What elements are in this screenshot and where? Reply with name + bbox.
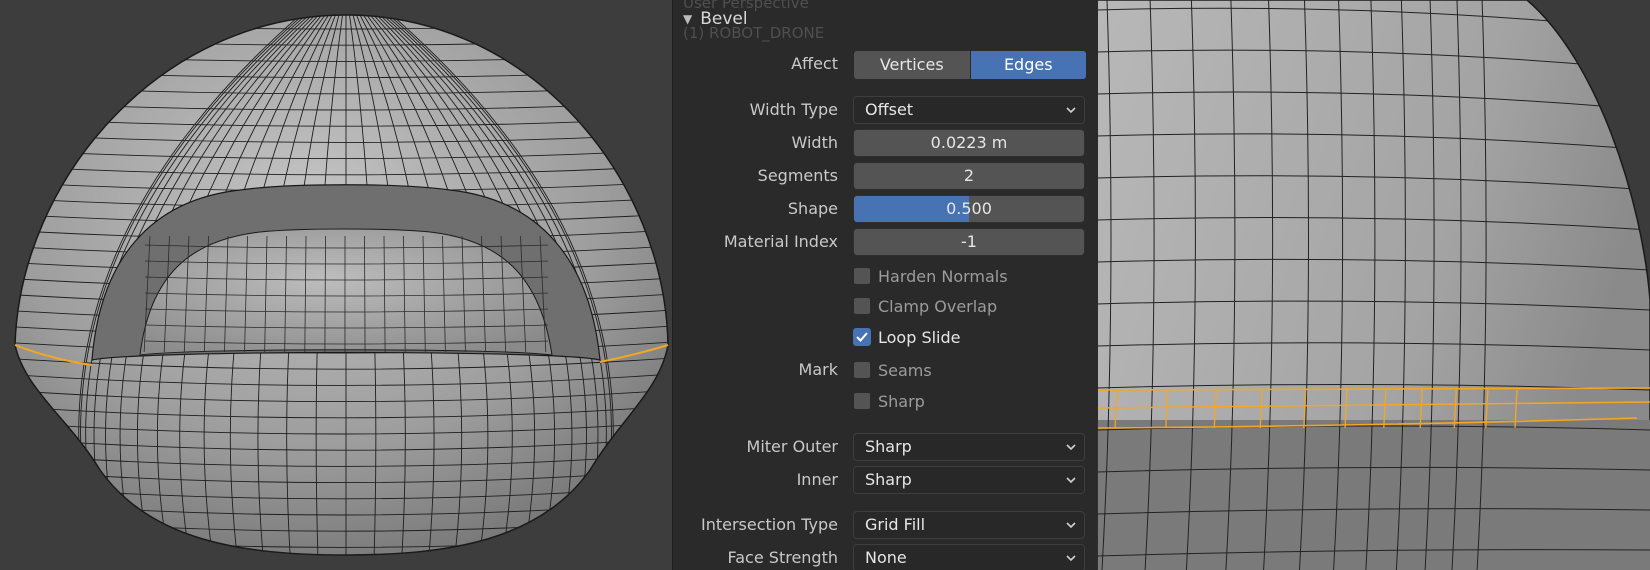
bevel-operator-panel: User Perspective (1) ROBOT_DRONE ▼ Bevel…	[672, 0, 1098, 570]
clamp-overlap-box[interactable]	[853, 297, 871, 315]
width-type-value: Offset	[865, 100, 914, 119]
miter-outer-label: Miter Outer	[746, 437, 838, 456]
segments-value: 2	[963, 166, 975, 185]
chevron-down-icon	[1066, 477, 1076, 484]
face-strength-row: Face Strength None	[673, 544, 1098, 570]
miter-inner-label: Inner	[796, 470, 838, 489]
miter-inner-value: Sharp	[865, 470, 912, 489]
segments-label: Segments	[757, 166, 838, 185]
harden-normals-label: Harden Normals	[878, 266, 1008, 286]
harden-normals-checkbox[interactable]: Harden Normals	[853, 265, 1008, 287]
width-label: Width	[791, 133, 838, 152]
material-index-row: Material Index -1	[673, 228, 1098, 256]
chevron-down-icon	[1066, 444, 1076, 451]
chevron-down-icon	[1066, 522, 1076, 529]
intersection-type-label: Intersection Type	[700, 515, 838, 534]
face-strength-dropdown[interactable]: None	[853, 544, 1085, 570]
mesh-front-view	[14, 14, 669, 556]
checkmark-icon	[856, 332, 868, 342]
miter-inner-dropdown[interactable]: Sharp	[853, 466, 1085, 494]
width-type-row: Width Type Offset	[673, 96, 1098, 124]
miter-outer-row: Miter Outer Sharp	[673, 433, 1098, 461]
mark-sharp-box[interactable]	[853, 392, 871, 410]
affect-toggle: Vertices Edges	[853, 50, 1087, 80]
panel-title: Bevel	[700, 9, 748, 29]
chevron-down-icon	[1066, 107, 1076, 114]
loop-slide-checkbox[interactable]: Loop Slide	[853, 326, 961, 348]
loop-slide-box[interactable]	[853, 328, 871, 346]
width-field[interactable]: 0.0223 m	[853, 129, 1085, 157]
intersection-type-dropdown[interactable]: Grid Fill	[853, 511, 1085, 539]
material-index-value: -1	[961, 232, 977, 251]
segments-row: Segments 2	[673, 162, 1098, 190]
face-strength-value: None	[865, 548, 907, 567]
miter-outer-dropdown[interactable]: Sharp	[853, 433, 1085, 461]
chevron-down-icon	[1066, 555, 1076, 562]
mark-seams-box[interactable]	[853, 361, 871, 379]
mark-seams-label: Seams	[878, 360, 932, 380]
panel-header[interactable]: ▼ Bevel	[683, 7, 748, 31]
clamp-overlap-checkbox[interactable]: Clamp Overlap	[853, 295, 997, 317]
face-strength-label: Face Strength	[727, 548, 838, 567]
affect-edges-button[interactable]: Edges	[969, 51, 1086, 79]
shape-row: Shape 0.500	[673, 195, 1098, 223]
mark-sharp-checkbox[interactable]: Sharp	[853, 390, 925, 412]
shape-value: 0.500	[946, 199, 992, 218]
viewport-right[interactable]	[1097, 0, 1650, 570]
mesh-closeup-view	[1097, 0, 1650, 570]
shape-label: Shape	[787, 199, 838, 218]
mark-sharp-label: Sharp	[878, 391, 925, 411]
viewport-left[interactable]	[0, 0, 673, 570]
miter-inner-row: Inner Sharp	[673, 466, 1098, 494]
material-index-field[interactable]: -1	[853, 228, 1085, 256]
harden-normals-box[interactable]	[853, 267, 871, 285]
affect-label: Affect	[791, 54, 838, 73]
miter-outer-value: Sharp	[865, 437, 912, 456]
affect-vertices-button[interactable]: Vertices	[854, 51, 970, 79]
mesh-edge	[364, 235, 366, 353]
intersection-type-row: Intersection Type Grid Fill	[673, 511, 1098, 539]
collapse-triangle-icon[interactable]: ▼	[683, 12, 692, 26]
affect-row: Affect Vertices Edges	[673, 50, 1098, 80]
width-value: 0.0223 m	[930, 133, 1008, 152]
loop-slide-label: Loop Slide	[878, 327, 961, 347]
clamp-overlap-label: Clamp Overlap	[878, 296, 998, 316]
material-index-label: Material Index	[723, 232, 838, 251]
mark-seams-checkbox[interactable]: Seams	[853, 359, 932, 381]
shape-slider[interactable]: 0.500	[853, 195, 1085, 223]
width-type-dropdown[interactable]: Offset	[853, 96, 1085, 124]
mark-label: Mark	[798, 360, 838, 379]
width-type-label: Width Type	[749, 100, 838, 119]
intersection-type-value: Grid Fill	[865, 515, 926, 534]
width-row: Width 0.0223 m	[673, 129, 1098, 157]
segments-field[interactable]: 2	[853, 162, 1085, 190]
